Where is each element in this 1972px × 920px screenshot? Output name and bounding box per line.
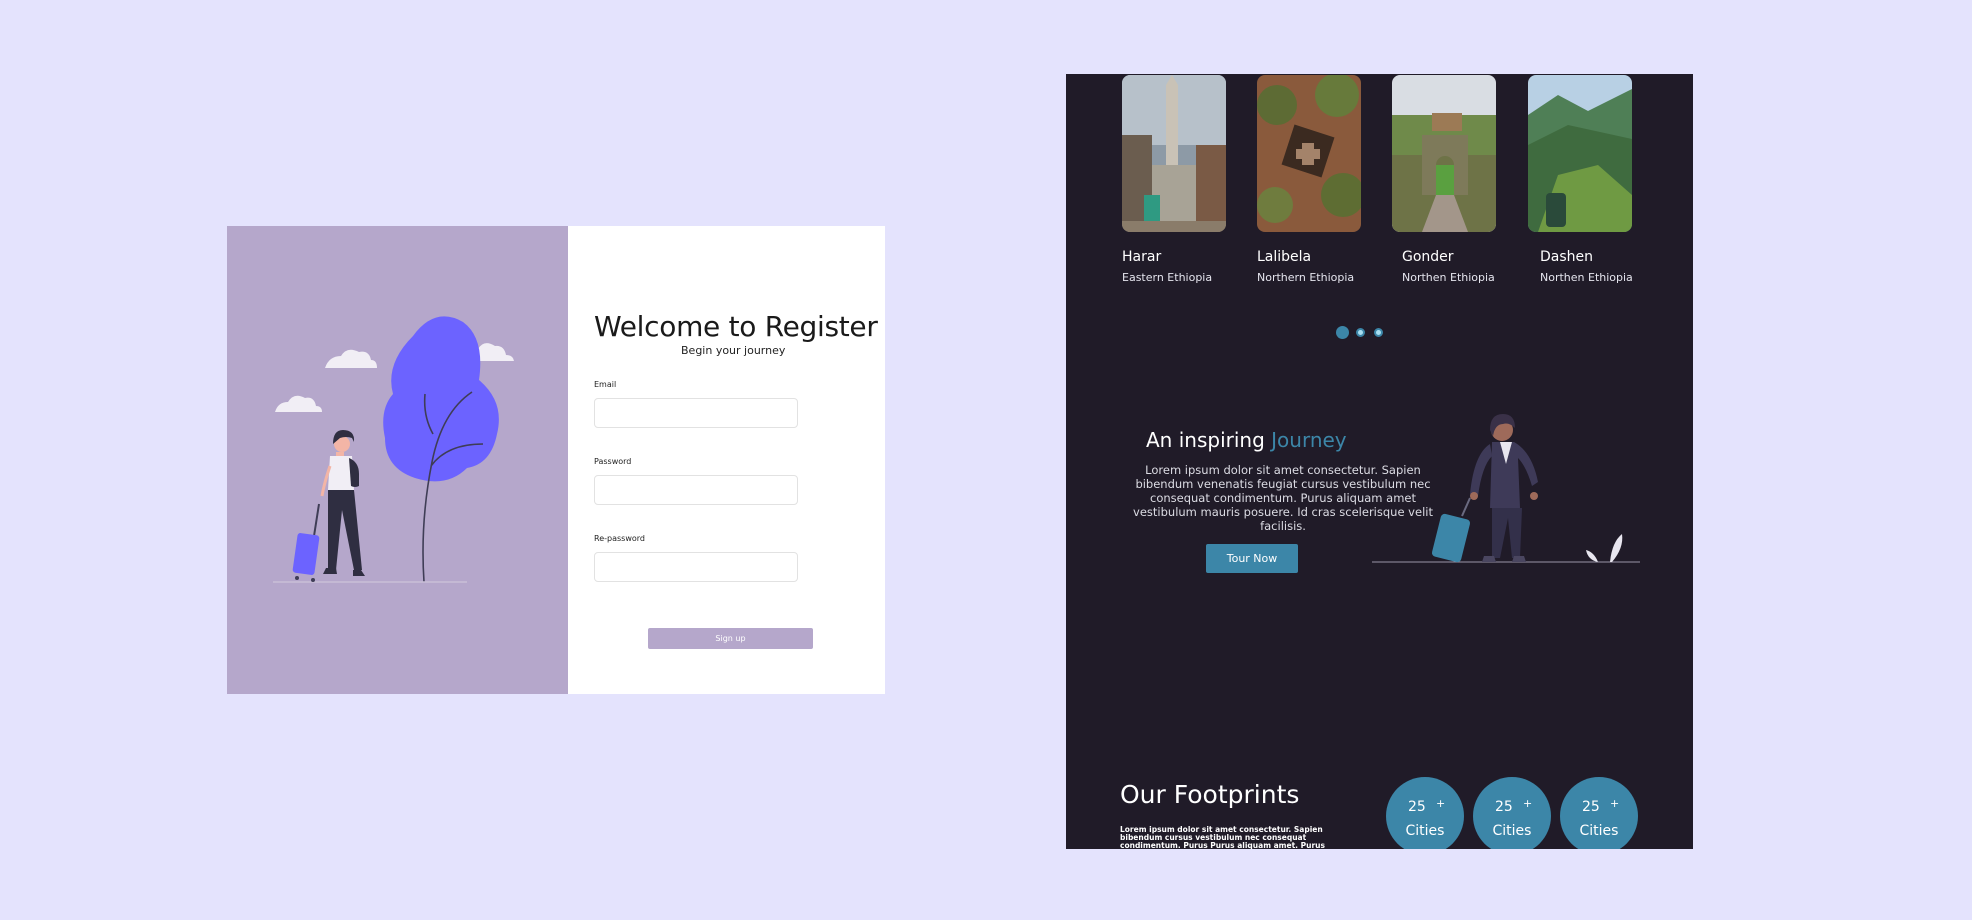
stat-label: Cities: [1579, 823, 1619, 839]
stat-suffix: +: [1436, 797, 1446, 810]
carousel-dot-3[interactable]: [1374, 328, 1383, 337]
repassword-field[interactable]: [594, 552, 798, 582]
journey-title-accent: Journey: [1271, 428, 1347, 452]
stat-label: Cities: [1492, 823, 1532, 839]
destination-name: Harar: [1122, 249, 1162, 265]
lalibela-photo: [1257, 75, 1361, 232]
stat-circle: 25 + Cities: [1386, 777, 1464, 849]
destination-card-gonder[interactable]: Gonder Northen Ethiopia: [1392, 75, 1496, 284]
stat-suffix: +: [1523, 797, 1533, 810]
stat-label: Cities: [1405, 823, 1445, 839]
stat-value: 25: [1582, 799, 1600, 815]
destination-region: Northen Ethiopia: [1540, 271, 1633, 284]
destination-name: Lalibela: [1257, 249, 1312, 265]
footprints-body: Lorem ipsum dolor sit amet consectetur. …: [1120, 825, 1325, 850]
stat-suffix: +: [1610, 797, 1620, 810]
destination-card-harar[interactable]: Harar Eastern Ethiopia: [1122, 75, 1226, 284]
harar-photo: [1122, 75, 1226, 232]
plant-icon: [1586, 550, 1598, 562]
tour-now-button[interactable]: Tour Now: [1206, 544, 1298, 573]
register-illustration-panel: [227, 226, 568, 694]
dashen-photo: [1528, 75, 1632, 232]
repassword-label: Re-password: [594, 534, 645, 543]
plant-icon: [1610, 534, 1623, 562]
traveler-illustration: [273, 316, 514, 583]
destination-name: Dashen: [1540, 249, 1594, 265]
journey-title: An inspiring Journey: [1146, 428, 1347, 452]
register-title: Welcome to Register: [594, 310, 878, 343]
cloud-icon: [275, 395, 322, 412]
journey-title-prefix: An inspiring: [1146, 428, 1265, 452]
destination-card-lalibela[interactable]: Lalibela Northern Ethiopia: [1257, 75, 1361, 284]
destination-region: Northern Ethiopia: [1257, 271, 1355, 284]
traveler-dark-illustration: [1372, 414, 1640, 563]
password-label: Password: [594, 457, 632, 466]
destination-card-dashen[interactable]: Dashen Northen Ethiopia: [1528, 75, 1633, 284]
destination-region: Eastern Ethiopia: [1122, 271, 1213, 284]
gonder-photo: [1392, 75, 1496, 232]
signup-button[interactable]: Sign up: [648, 628, 813, 649]
footprints-title: Our Footprints: [1120, 780, 1300, 809]
travel-page: Harar Eastern Ethiopia Lalibela Northern…: [1066, 74, 1693, 849]
password-field[interactable]: [594, 475, 798, 505]
register-card: Welcome to Register Begin your journey E…: [227, 226, 885, 694]
register-subtitle: Begin your journey: [681, 344, 786, 357]
email-field[interactable]: [594, 398, 798, 428]
register-form: Welcome to Register Begin your journey E…: [568, 226, 885, 694]
email-label: Email: [594, 380, 617, 389]
carousel-dot-2[interactable]: [1356, 328, 1365, 337]
cloud-icon: [325, 349, 377, 368]
stat-value: 25: [1495, 799, 1513, 815]
stat-value: 25: [1408, 799, 1426, 815]
stat-circle: 25 + Cities: [1560, 777, 1638, 849]
carousel-dot-1[interactable]: [1336, 326, 1349, 339]
stat-circle: 25 + Cities: [1473, 777, 1551, 849]
destination-name: Gonder: [1402, 249, 1454, 265]
destination-region: Northen Ethiopia: [1402, 271, 1495, 284]
